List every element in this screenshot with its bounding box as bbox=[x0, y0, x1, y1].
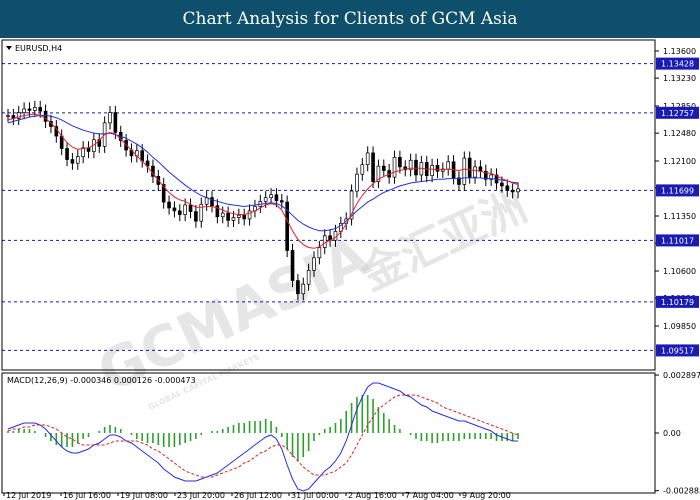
candle-body bbox=[194, 211, 198, 222]
price-tick-label: 1.09850 bbox=[663, 322, 696, 331]
candle-body bbox=[322, 235, 327, 248]
candle-body bbox=[75, 156, 80, 164]
candle-body bbox=[500, 182, 504, 187]
candle-body bbox=[274, 194, 279, 201]
x-tick-label: 12 Jul 2019 bbox=[6, 491, 51, 500]
candle-body bbox=[113, 112, 118, 133]
candle-body bbox=[473, 166, 477, 178]
main-pane bbox=[2, 63, 655, 351]
x-tick-label: 9 Aug 20:00 bbox=[462, 491, 511, 500]
x-tick-label: 31 Jul 00:00 bbox=[291, 491, 339, 500]
candle-body bbox=[183, 204, 187, 215]
candle-body bbox=[467, 157, 472, 178]
x-tick-label: 26 Jul 12:00 bbox=[234, 491, 282, 500]
macd-signal-line bbox=[7, 394, 519, 478]
candle-body bbox=[33, 107, 37, 111]
candle-body bbox=[6, 115, 10, 117]
candle-body bbox=[167, 201, 171, 209]
price-tick-label: 1.12100 bbox=[663, 157, 696, 166]
candle-body bbox=[290, 250, 295, 281]
level-tag-label: 1.09517 bbox=[661, 346, 694, 355]
x-tick-label: 23 Jul 20:00 bbox=[177, 491, 225, 500]
candle-body bbox=[516, 188, 520, 193]
candle-body bbox=[70, 159, 75, 164]
candle-body bbox=[371, 152, 375, 182]
candle-body bbox=[301, 283, 306, 295]
candle-body bbox=[226, 212, 230, 221]
candle-body bbox=[365, 152, 370, 166]
dropdown-triangle-icon bbox=[6, 46, 12, 50]
macd-tick-label: -0.002883 bbox=[663, 487, 700, 496]
level-tag-label: 1.12757 bbox=[661, 109, 694, 118]
price-tick-label: 1.12480 bbox=[663, 129, 696, 138]
candle-body bbox=[462, 157, 467, 185]
macd-line bbox=[7, 382, 518, 492]
candle-body bbox=[27, 108, 32, 111]
candle-body bbox=[65, 148, 69, 160]
price-tick-label: 1.10600 bbox=[663, 267, 696, 276]
price-tick-label: 1.11350 bbox=[663, 212, 696, 221]
candle-body bbox=[505, 185, 510, 191]
candle-body bbox=[381, 165, 386, 171]
level-tag-label: 1.13428 bbox=[661, 60, 694, 69]
candle-body bbox=[398, 156, 402, 168]
price-chart: GCMASIA GLOBAL CAPITAL MARKETS 金汇亚洲 EURU… bbox=[1, 39, 700, 500]
x-tick-label: 2 Aug 16:00 bbox=[348, 491, 397, 500]
candle-body bbox=[392, 156, 397, 178]
chart-title: Chart Analysis for Clients of GCM Asia bbox=[182, 9, 518, 29]
candle-body bbox=[177, 210, 182, 215]
price-tick-label: 1.13230 bbox=[663, 74, 696, 83]
candle-body bbox=[220, 212, 225, 218]
candle-body bbox=[296, 280, 300, 295]
chart-title-banner: Chart Analysis for Clients of GCM Asia bbox=[0, 0, 700, 38]
symbol-label: EURUSD,H4 bbox=[15, 44, 62, 53]
level-tag-label: 1.11699 bbox=[661, 186, 694, 195]
main-frame bbox=[1, 39, 656, 371]
candle-body bbox=[430, 165, 434, 177]
candle-body bbox=[446, 161, 451, 170]
candle-body bbox=[478, 166, 483, 172]
candle-body bbox=[355, 173, 359, 192]
candle-body bbox=[231, 217, 236, 221]
candle-body bbox=[108, 112, 112, 124]
macd-label: MACD(12,26,9) -0.000346 0.000126 -0.0004… bbox=[7, 376, 196, 385]
candle-body bbox=[38, 107, 43, 112]
candle-body bbox=[414, 159, 418, 176]
price-tick-label: 1.13600 bbox=[663, 47, 696, 56]
x-tick-label: 19 Jul 08:00 bbox=[120, 491, 168, 500]
candle-body bbox=[360, 164, 365, 175]
macd-pane bbox=[7, 382, 519, 492]
candle-body bbox=[279, 200, 284, 203]
candle-body bbox=[188, 204, 193, 212]
macd-tick-label: 0.002897 bbox=[663, 371, 700, 380]
candle-body bbox=[247, 210, 252, 220]
x-tick-label: 7 Aug 04:00 bbox=[405, 491, 454, 500]
candle-body bbox=[210, 197, 214, 207]
candle-body bbox=[263, 197, 268, 202]
macd-tick-label: 0.00 bbox=[663, 429, 681, 438]
candle-body bbox=[510, 189, 515, 193]
x-tick-label: 16 Jul 16:00 bbox=[63, 491, 111, 500]
level-tag-label: 1.10179 bbox=[661, 298, 694, 307]
candle-body bbox=[172, 207, 177, 212]
level-tag-label: 1.11017 bbox=[661, 236, 694, 245]
candle-body bbox=[312, 257, 316, 271]
candle-body bbox=[269, 194, 273, 199]
candle-body bbox=[22, 108, 26, 113]
candle-body bbox=[317, 247, 322, 259]
candle-body bbox=[306, 269, 311, 285]
candle-body bbox=[237, 214, 241, 218]
candle-body bbox=[242, 214, 247, 220]
candle-body bbox=[435, 165, 440, 172]
